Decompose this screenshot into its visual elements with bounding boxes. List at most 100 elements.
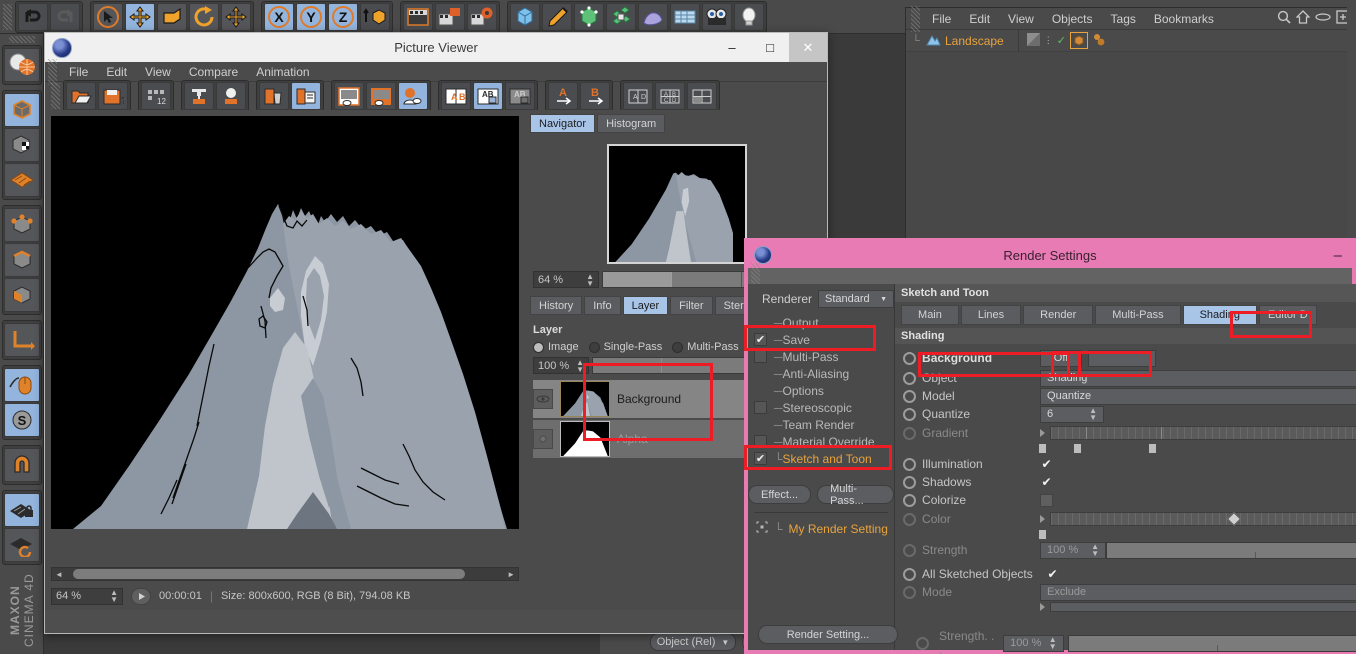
objmgr-menu-objects[interactable]: Objects: [1043, 8, 1102, 30]
objmgr-menu-tags[interactable]: Tags: [1102, 8, 1145, 30]
generator-icon[interactable]: [574, 2, 604, 31]
prop-radio-all-sketched[interactable]: [903, 567, 917, 581]
texture-mode-icon[interactable]: [3, 128, 40, 162]
prop-row-mode[interactable]: Mode Exclude: [895, 583, 1356, 601]
pv-toolbar-grip[interactable]: [51, 83, 60, 109]
layer-thumbnail-background[interactable]: [560, 381, 610, 417]
layer-thumbnail-alpha[interactable]: [560, 421, 610, 457]
pv-menu-grip[interactable]: [48, 58, 57, 85]
prop-radio-model[interactable]: [903, 389, 917, 403]
prop-radio-colorize[interactable]: [903, 493, 917, 507]
deformer-icon[interactable]: [606, 2, 636, 31]
layer-swatch-icon[interactable]: [1026, 32, 1040, 49]
prop-value-model[interactable]: Quantize: [1040, 387, 1356, 405]
layer-visibility-icon[interactable]: [533, 429, 553, 449]
attr-radio-strength[interactable]: [916, 636, 929, 650]
prop-value-quantize[interactable]: 6 ▲ ▼: [1040, 405, 1105, 423]
objmgr-menu-bookmarks[interactable]: Bookmarks: [1145, 8, 1223, 30]
prop-background-extra-field[interactable]: [1088, 349, 1157, 367]
tab-history[interactable]: History: [530, 296, 583, 315]
move-alt-tool-icon[interactable]: [221, 2, 251, 31]
checkbox-sketchandtoon[interactable]: ✔: [754, 452, 767, 465]
save-icon[interactable]: ?: [98, 82, 128, 110]
prop-radio-gradient[interactable]: [903, 426, 917, 440]
redo-icon[interactable]: [50, 2, 80, 31]
prop-row-gradient[interactable]: Gradient: [895, 423, 1356, 443]
visible-check-icon[interactable]: ✓: [1057, 34, 1066, 47]
expand-arrow-icon[interactable]: [1040, 429, 1046, 437]
render-view-icon[interactable]: [403, 2, 433, 31]
spinner-icon[interactable]: ▲ ▼: [1091, 543, 1099, 558]
set-b-icon[interactable]: B: [580, 82, 610, 110]
canvas-horizontal-scrollbar[interactable]: ◄ ►: [51, 567, 519, 581]
render-settings-icon[interactable]: [467, 2, 497, 31]
prop-radio-shadows[interactable]: [903, 475, 917, 489]
select-tool-icon[interactable]: [93, 2, 123, 31]
layout-single-icon[interactable]: AD: [623, 82, 653, 110]
prop-radio-background[interactable]: [903, 351, 917, 365]
rotate-tool-icon[interactable]: [189, 2, 219, 31]
gradient-knob-3[interactable]: [1148, 443, 1158, 454]
view-a-icon[interactable]: [334, 82, 364, 110]
set-a-icon[interactable]: A: [548, 82, 578, 110]
material-tag-icon[interactable]: [1092, 33, 1108, 49]
object-manager-grip[interactable]: [911, 5, 920, 32]
tree-item-stereoscopic[interactable]: ✔ ─ Stereoscopic: [748, 399, 894, 416]
spinner-icon[interactable]: ▲ ▼: [576, 358, 584, 373]
frames-icon[interactable]: 12: [141, 82, 171, 110]
layout-quad-icon[interactable]: ABCD: [655, 82, 685, 110]
tree-item-antialiasing[interactable]: ─ Anti-Aliasing: [748, 365, 894, 382]
spinner-icon[interactable]: ▲ ▼: [1049, 636, 1057, 651]
tab-filter[interactable]: Filter: [670, 296, 713, 315]
tab-render[interactable]: Render: [1023, 305, 1094, 325]
delete-image-icon[interactable]: [259, 82, 289, 110]
pv-menu-animation[interactable]: Animation: [247, 62, 318, 82]
light-icon[interactable]: [734, 2, 764, 31]
prop-radio-color[interactable]: [903, 512, 917, 526]
axis-z-icon[interactable]: Z: [328, 2, 358, 31]
eye-icon[interactable]: [1315, 11, 1331, 26]
left-toolbar-grip[interactable]: [8, 36, 35, 43]
checkbox-materialoverride[interactable]: ✔: [754, 435, 767, 448]
magnet-icon[interactable]: [3, 448, 40, 482]
edge-mode-icon[interactable]: [3, 243, 40, 277]
spinner-icon[interactable]: ▲ ▼: [110, 589, 118, 604]
world-object-coords-icon[interactable]: [360, 2, 390, 31]
search-icon[interactable]: [1277, 10, 1291, 27]
attr-value-strength[interactable]: 100 % ▲ ▼: [1003, 634, 1064, 652]
pv-menu-compare[interactable]: Compare: [180, 62, 247, 82]
rendered-image[interactable]: [51, 116, 519, 529]
prop-check-all-sketched[interactable]: ✔: [1046, 567, 1059, 581]
prop-value-mode[interactable]: Exclude: [1040, 583, 1356, 601]
ab-side-by-side-icon[interactable]: AB: [441, 82, 471, 110]
prop-row-object[interactable]: Object Shading: [895, 369, 1356, 387]
scroll-left-arrow-icon[interactable]: ◄: [55, 570, 63, 579]
objmgr-menu-edit[interactable]: Edit: [960, 8, 999, 30]
view-b-icon[interactable]: [366, 82, 396, 110]
strength-slider[interactable]: [1106, 541, 1356, 559]
render-setting-button[interactable]: Render Setting...: [758, 625, 898, 644]
object-rel-dropdown[interactable]: Object (Rel) ▼: [650, 633, 736, 651]
checkbox-stereoscopic[interactable]: ✔: [754, 401, 767, 414]
picture-viewer-titlebar[interactable]: Picture Viewer – □ ✕: [45, 33, 827, 62]
scale-tool-icon[interactable]: [157, 2, 187, 31]
navigator-zoom-field[interactable]: 64 % ▲ ▼: [533, 271, 599, 288]
toolbar-grip[interactable]: [3, 3, 12, 30]
open-icon[interactable]: [66, 82, 96, 110]
tab-lines[interactable]: Lines: [960, 305, 1022, 325]
tree-item-materialoverride[interactable]: ✔ ─ Material Override: [748, 433, 894, 450]
prop-radio-object[interactable]: [903, 371, 917, 385]
compare-view-icon[interactable]: [398, 82, 428, 110]
nurbs-icon[interactable]: [638, 2, 668, 31]
prop-value-background[interactable]: Off: [1040, 349, 1083, 367]
prop-check-illumination[interactable]: ✔: [1040, 457, 1053, 471]
render-preset-row[interactable]: └ My Render Setting: [748, 521, 894, 536]
pv-menu-edit[interactable]: Edit: [97, 62, 136, 82]
tree-item-teamrender[interactable]: ─ Team Render: [748, 416, 894, 433]
tab-navigator[interactable]: Navigator: [530, 114, 596, 133]
pv-menu-file[interactable]: File: [60, 62, 97, 82]
prop-radio-quantize[interactable]: [903, 407, 917, 421]
expand-arrow-icon[interactable]: [1040, 515, 1046, 523]
prop-check-colorize[interactable]: [1040, 493, 1054, 507]
layout-grid-icon[interactable]: [687, 82, 717, 110]
